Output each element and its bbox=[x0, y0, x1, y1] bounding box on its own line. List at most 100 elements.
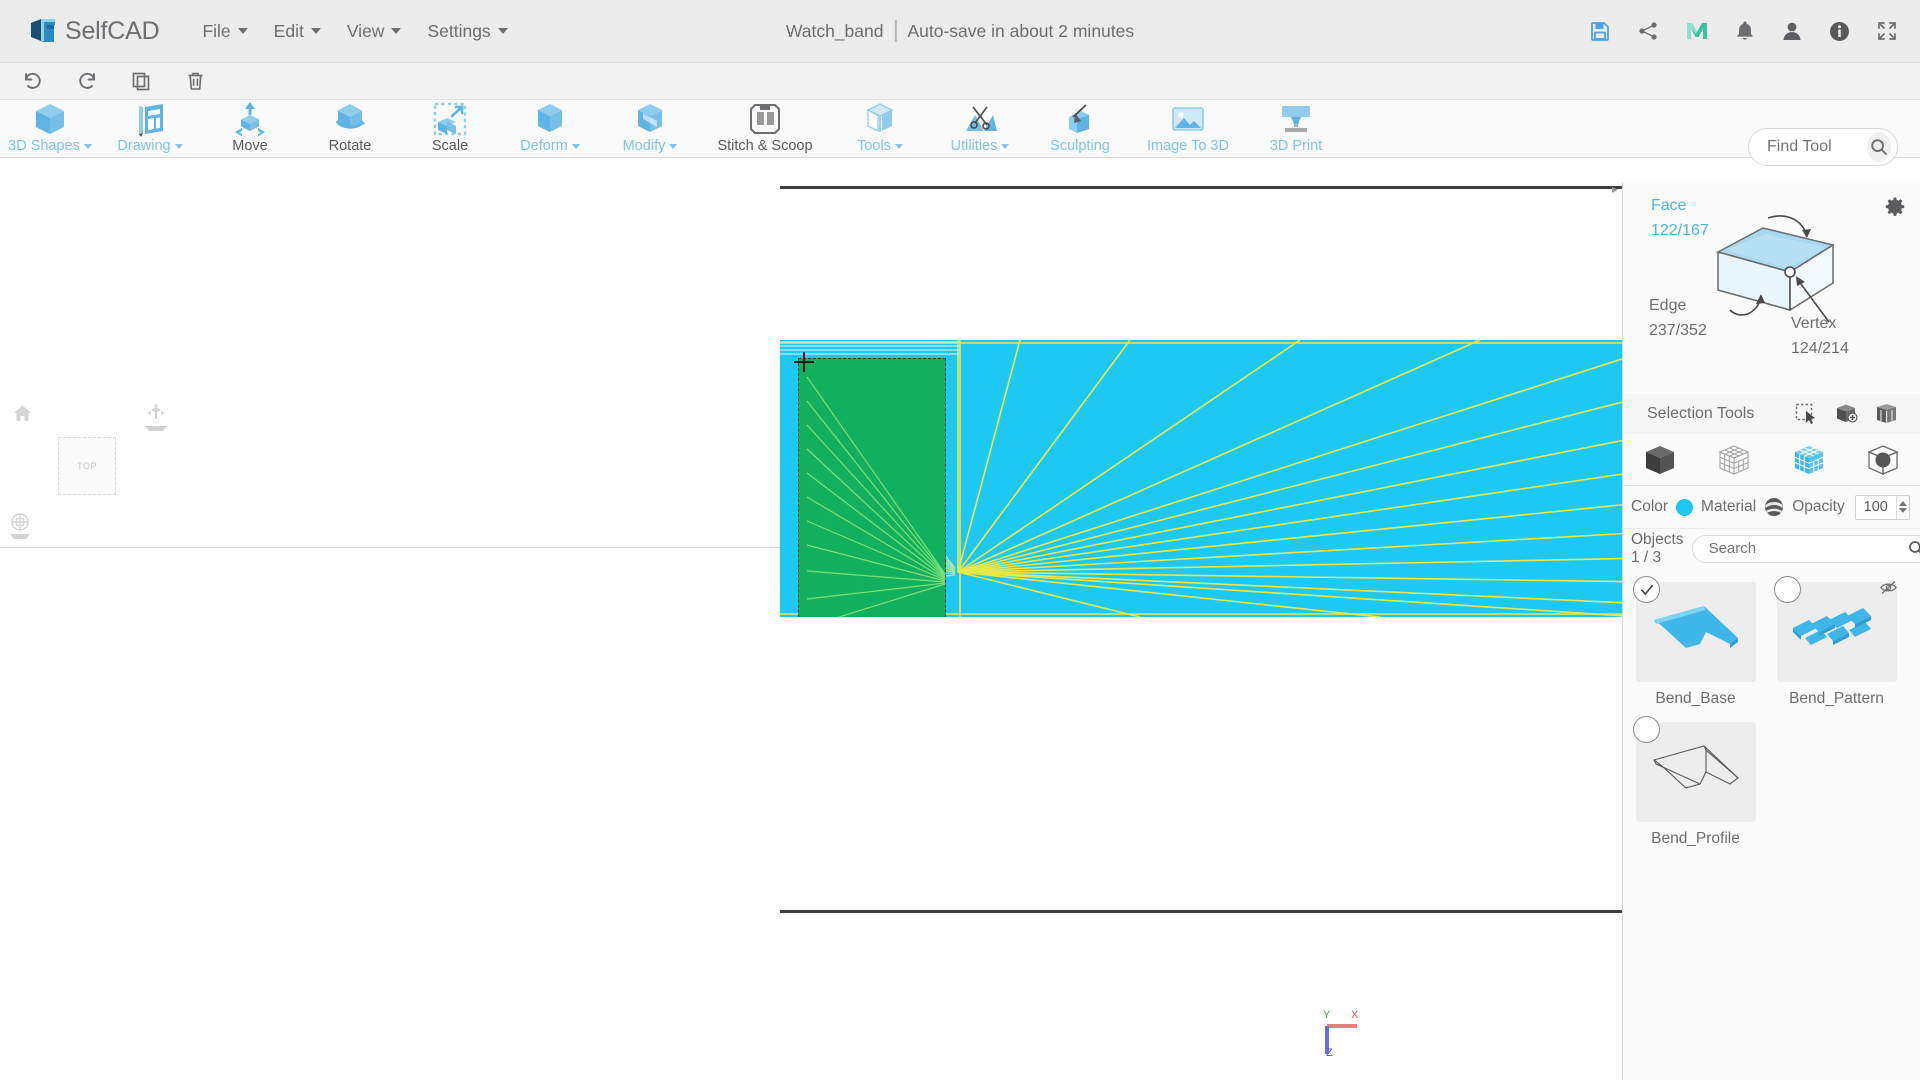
axis-x-label: X bbox=[1351, 1009, 1359, 1021]
info-icon[interactable] bbox=[1829, 21, 1850, 42]
object-checkbox[interactable] bbox=[1633, 716, 1660, 743]
find-tool-input[interactable] bbox=[1767, 138, 1867, 156]
search-icon[interactable] bbox=[1867, 132, 1891, 162]
selection-tools-label: Selection Tools bbox=[1647, 405, 1755, 422]
tool-modify-label: Modify bbox=[623, 138, 678, 154]
scale-cube-icon bbox=[431, 101, 469, 137]
color-label: Color bbox=[1631, 498, 1669, 515]
undo-icon[interactable] bbox=[16, 66, 50, 96]
objects-header-row: Objects 1 / 3 bbox=[1623, 528, 1920, 568]
chevron-down-icon bbox=[174, 143, 183, 149]
notifications-bell-icon[interactable] bbox=[1735, 20, 1755, 42]
object-checkbox[interactable] bbox=[1774, 576, 1801, 603]
through-selection-icon[interactable] bbox=[1866, 398, 1906, 430]
object-card-bend-profile[interactable]: Bend_Profile bbox=[1629, 716, 1762, 848]
add-selection-icon[interactable] bbox=[1826, 398, 1866, 430]
delete-trash-icon[interactable] bbox=[178, 66, 212, 96]
tool-stitch-scoop[interactable]: Stitch & Scoop bbox=[700, 100, 830, 158]
opacity-input[interactable] bbox=[1855, 499, 1896, 515]
viewport-left-region[interactable]: TOP bbox=[0, 182, 780, 1080]
face-mode-icon[interactable] bbox=[1783, 438, 1835, 482]
brand-name: SelfCAD bbox=[65, 16, 160, 45]
selection-tools-row: Selection Tools bbox=[1623, 394, 1920, 434]
view-cube[interactable]: TOP bbox=[58, 437, 116, 495]
home-view-icon[interactable] bbox=[13, 404, 32, 423]
tool-utilities[interactable]: Utilities bbox=[930, 100, 1030, 158]
selfcad-logo-icon bbox=[28, 16, 58, 46]
brand[interactable]: SelfCAD bbox=[28, 16, 160, 46]
tool-tools[interactable]: Tools bbox=[830, 100, 930, 158]
objects-search[interactable] bbox=[1691, 534, 1920, 563]
myminifactory-icon[interactable] bbox=[1685, 20, 1709, 42]
menu-items: File Edit View Settings bbox=[189, 15, 520, 48]
viewport[interactable]: TOP ▸ Y X Z bbox=[0, 182, 1622, 1080]
axis-indicator: Y X Z bbox=[1309, 1006, 1367, 1062]
opacity-stepper[interactable] bbox=[1854, 494, 1910, 520]
menu-file[interactable]: File bbox=[189, 15, 260, 48]
canvas-3d[interactable]: ▸ Y X Z bbox=[780, 182, 1622, 1080]
tool-drawing[interactable]: Drawing bbox=[100, 100, 200, 158]
menu-file-label: File bbox=[202, 20, 231, 41]
tool-3d-print[interactable]: 3D Print bbox=[1246, 100, 1346, 158]
opacity-spinner[interactable] bbox=[1895, 495, 1909, 519]
model-surface[interactable] bbox=[780, 340, 1622, 617]
duplicate-icon[interactable] bbox=[124, 66, 158, 96]
color-swatch[interactable] bbox=[1676, 498, 1694, 516]
tool-rotate[interactable]: Rotate bbox=[300, 100, 400, 158]
rectangle-select-icon[interactable] bbox=[1786, 398, 1826, 430]
tool-scale-label: Scale bbox=[431, 138, 469, 154]
fullscreen-icon[interactable] bbox=[1876, 20, 1898, 42]
tool-rotate-label: Rotate bbox=[328, 138, 372, 154]
opacity-label: Opacity bbox=[1792, 498, 1845, 515]
3d-print-icon bbox=[1277, 101, 1315, 137]
chevron-right-icon[interactable]: ▸ bbox=[1612, 182, 1618, 196]
hidden-eye-slash-icon[interactable] bbox=[1880, 580, 1897, 595]
material-sphere-icon[interactable] bbox=[1764, 497, 1784, 517]
tool-move[interactable]: Move bbox=[200, 100, 300, 158]
search-icon[interactable] bbox=[1908, 540, 1920, 557]
projection-toggle[interactable] bbox=[10, 512, 30, 539]
vertex-count-value: 124/214 bbox=[1791, 339, 1849, 357]
utilities-scissors-icon bbox=[961, 101, 999, 137]
menu-settings[interactable]: Settings bbox=[414, 15, 520, 48]
view-cube-label: TOP bbox=[77, 461, 97, 471]
object-card-bend-pattern[interactable]: Bend_Pattern bbox=[1770, 576, 1903, 708]
settings-gear-icon[interactable] bbox=[1884, 196, 1906, 218]
move-arrows-icon bbox=[231, 101, 269, 137]
tool-scale[interactable]: Scale bbox=[400, 100, 500, 158]
menu-view[interactable]: View bbox=[334, 15, 415, 48]
chevron-down-icon bbox=[571, 143, 580, 149]
tool-deform[interactable]: Deform bbox=[500, 100, 600, 158]
redo-icon[interactable] bbox=[70, 66, 104, 96]
tool-stitch-scoop-label: Stitch & Scoop bbox=[717, 138, 813, 154]
selection-summary: Face 122/167 Edge 237/352 Vertex 124/214 bbox=[1623, 182, 1920, 394]
object-checkbox[interactable] bbox=[1633, 576, 1660, 603]
user-account-icon[interactable] bbox=[1781, 20, 1803, 42]
tool-utilities-label: Utilities bbox=[951, 138, 1010, 154]
edge-mode-icon[interactable] bbox=[1857, 438, 1909, 482]
selected-face-region[interactable] bbox=[798, 358, 946, 617]
save-icon[interactable] bbox=[1589, 20, 1611, 42]
right-panel: Face 122/167 Edge 237/352 Vertex 124/214 bbox=[1622, 182, 1920, 1080]
tool-image-to-3d[interactable]: Image To 3D bbox=[1130, 100, 1246, 158]
document-name[interactable]: Watch_band bbox=[786, 21, 884, 42]
tool-3d-shapes[interactable]: 3D Shapes bbox=[0, 100, 100, 158]
selected-face-wires bbox=[806, 376, 946, 617]
axis-gizmo-toggle[interactable] bbox=[145, 402, 167, 431]
object-card-bend-base[interactable]: Bend_Base bbox=[1629, 576, 1762, 708]
object-mode-icon[interactable] bbox=[1634, 438, 1686, 482]
chevron-down-icon bbox=[10, 534, 30, 539]
vertex-mode-icon[interactable] bbox=[1708, 438, 1760, 482]
autosave-status: Auto-save in about 2 minutes bbox=[907, 20, 1135, 41]
plane-bottom-edge bbox=[780, 910, 1622, 913]
axis-z-label: Z bbox=[1326, 1047, 1333, 1059]
menu-edit[interactable]: Edit bbox=[261, 15, 334, 48]
tool-drawing-label: Drawing bbox=[117, 138, 183, 154]
chevron-down-icon bbox=[1001, 143, 1010, 149]
viewport-horizon-line bbox=[0, 547, 780, 548]
objects-search-input[interactable] bbox=[1708, 540, 1908, 557]
find-tool[interactable] bbox=[1748, 128, 1898, 166]
tool-modify[interactable]: Modify bbox=[600, 100, 700, 158]
share-icon[interactable] bbox=[1637, 20, 1659, 42]
tool-sculpting[interactable]: Sculpting bbox=[1030, 100, 1130, 158]
